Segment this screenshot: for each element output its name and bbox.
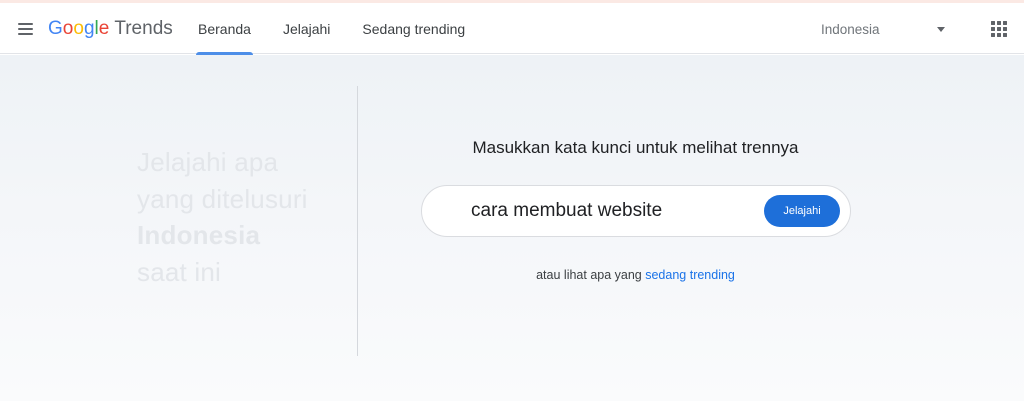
search-input[interactable] [471, 200, 751, 222]
hamburger-menu-icon[interactable] [14, 17, 38, 41]
logo-letter: e [98, 18, 110, 39]
explore-button[interactable]: Jelajahi [764, 195, 840, 227]
tagline-line: Jelajahi apa [137, 147, 279, 177]
trending-hint: atau lihat apa yang sedang trending [358, 268, 913, 282]
tab-label: Jelajahi [282, 20, 331, 37]
country-selector[interactable]: Indonesia [808, 11, 958, 47]
country-label: Indonesia [821, 21, 880, 37]
search-prompt: Masukkan kata kunci untuk melihat trenny… [472, 138, 799, 157]
tab-label: Beranda [198, 20, 251, 37]
hero-tagline: Jelajahi apa yang ditelusuri Indonesia s… [137, 144, 357, 290]
caret-down-icon [937, 27, 945, 32]
logo-product-name: Trends [114, 18, 173, 39]
apps-grid-icon[interactable] [988, 18, 1010, 40]
tagline-line: yang ditelusuri [137, 183, 308, 214]
tab-sedang-trending[interactable]: Sedang trending [346, 3, 481, 54]
tab-label: Sedang trending [362, 20, 466, 37]
tab-jelajahi[interactable]: Jelajahi [267, 3, 346, 54]
search-box: Jelajahi [421, 185, 851, 237]
trending-link[interactable]: sedang trending [645, 268, 735, 282]
logo-letter: o [62, 18, 74, 39]
app-header: Google Trends Beranda Jelajahi Sedang tre… [0, 3, 1024, 55]
logo-letter: g [83, 18, 95, 39]
logo-letter: o [73, 18, 84, 39]
tab-beranda[interactable]: Beranda [182, 3, 267, 55]
main-nav: Beranda Jelajahi Sedang trending [182, 3, 481, 55]
hint-text: atau lihat apa yang [536, 268, 642, 282]
google-trends-logo[interactable]: Google Trends [48, 18, 173, 42]
logo-letter: G [48, 18, 63, 39]
vertical-divider [357, 86, 358, 356]
tagline-line: saat ini [137, 256, 221, 287]
google-wordmark: Google [48, 18, 109, 39]
tagline-line: Indonesia [137, 220, 261, 250]
